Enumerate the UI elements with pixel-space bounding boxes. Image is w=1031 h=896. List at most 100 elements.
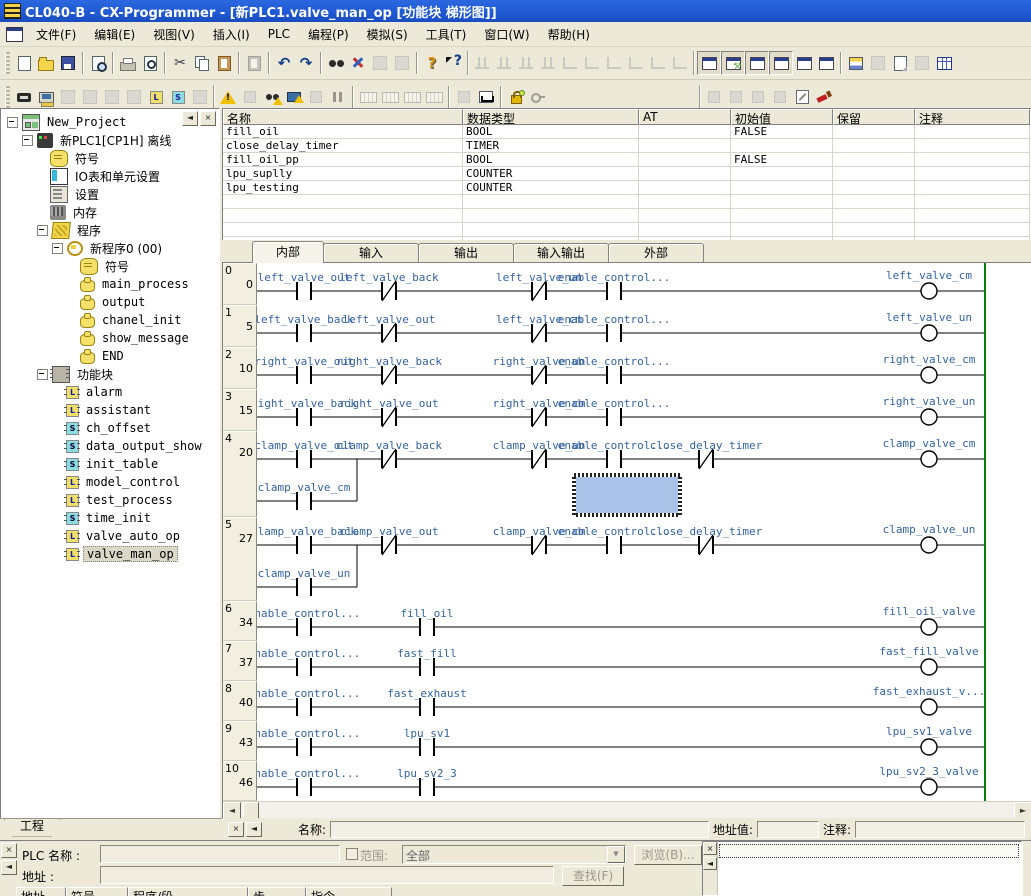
tree-item--[interactable]: 符号 [1, 257, 219, 275]
contact-fast_exhaust[interactable]: fast_exhaust [387, 687, 466, 716]
table-cell[interactable] [915, 139, 1030, 153]
table-cell[interactable] [833, 223, 915, 237]
fb-instance-icon[interactable] [189, 86, 211, 108]
pause-monitor-icon[interactable] [305, 86, 327, 108]
compile-program-icon[interactable] [217, 86, 239, 108]
contact-enable_control...[interactable]: enable_control... [257, 607, 360, 636]
table-cell[interactable] [223, 195, 463, 209]
rung-canvas[interactable]: clamp_valve_outclamp_valve_backclamp_val… [257, 431, 1031, 517]
table-cell[interactable] [639, 223, 731, 237]
compile-plc-icon[interactable] [239, 86, 261, 108]
contact-right_valve_back[interactable]: right_valve_back [336, 355, 442, 385]
help-icon[interactable] [421, 52, 443, 74]
coil-lpu_sv2_3_valve[interactable]: lpu_sv2_3_valve [879, 765, 978, 795]
io-comment-view-icon[interactable] [867, 52, 889, 74]
memory-grid-view-icon[interactable] [933, 52, 955, 74]
transfer-warning-icon[interactable] [283, 86, 305, 108]
tab-内部[interactable]: 内部 [252, 241, 324, 263]
rung-canvas[interactable]: enable_control... fast_exhaust fast_exhaus… [257, 681, 1031, 721]
coil-fast_exhaust_v...[interactable]: fast_exhaust_v... [873, 685, 986, 715]
table-cell[interactable]: lpu_suplly [223, 167, 463, 181]
table-cell[interactable]: fill_oil_pp [223, 153, 463, 167]
table-cell[interactable] [915, 223, 1030, 237]
new-ladder-fb-icon[interactable] [145, 86, 167, 108]
table-cell[interactable] [833, 167, 915, 181]
coil-right_valve_un[interactable]: right_valve_un [883, 395, 976, 425]
section-view-icon[interactable] [889, 52, 911, 74]
table-cell[interactable]: COUNTER [463, 167, 639, 181]
ladder-rung-3[interactable]: 315right_valve_backright_valve_outright_… [223, 389, 1031, 431]
table-cell[interactable] [731, 209, 833, 223]
ladder-rung-0[interactable]: 00left_valve_outleft_valve_backleft_valv… [223, 263, 1031, 305]
ladder-rung-6[interactable]: 634enable_control...fill_oilfill_oil_val… [223, 601, 1031, 641]
show-comment-icon[interactable] [725, 86, 747, 108]
table-cell[interactable] [833, 125, 915, 139]
toolbar-grip[interactable] [5, 52, 10, 74]
table-cell[interactable] [639, 153, 731, 167]
tree-item--0-00-[interactable]: 新程序0 (00) [1, 239, 219, 257]
contact-enable_control...[interactable]: enable_control... [257, 687, 360, 716]
scope-checkbox[interactable] [346, 848, 358, 860]
contact-left_valve_back[interactable]: left_valve_back [257, 313, 354, 342]
expand-minus-icon[interactable] [52, 243, 63, 254]
contact-left_valve_out[interactable]: left_valve_out [258, 271, 351, 300]
ladder-rung-4[interactable]: 420clamp_valve_outclamp_valve_backclamp_… [223, 431, 1031, 517]
toggle-project-window-icon[interactable] [697, 51, 721, 75]
table-cell[interactable] [639, 139, 731, 153]
coil-clamp_valve_cm[interactable]: clamp_valve_cm [883, 437, 976, 467]
contact-close_delay_timer[interactable]: close_delay_timer [650, 525, 763, 555]
find-in-project-icon[interactable] [87, 52, 109, 74]
work-online-simulator-icon[interactable] [35, 86, 57, 108]
save-icon[interactable] [57, 52, 79, 74]
new-closed-contact-icon[interactable] [493, 52, 515, 74]
ladder-rung-8[interactable]: 840enable_control...fast_exhaustfast_exh… [223, 681, 1031, 721]
tab-外部[interactable]: 外部 [608, 243, 704, 262]
tree-item--[interactable]: 程序 [1, 221, 219, 239]
contact-clamp_valve_out[interactable]: clamp_valve_out [339, 525, 438, 555]
properties-window-icon[interactable] [815, 52, 837, 74]
contact-enable_control...[interactable]: enable_control... [558, 313, 671, 342]
panel-pin-button[interactable]: ◄ [182, 111, 198, 126]
ladder-rung-10[interactable]: 1046enable_control...lpu_sv2_3lpu_sv2_3_… [223, 761, 1031, 801]
menu-item[interactable]: 模拟(S) [358, 23, 417, 46]
new-contact-icon[interactable] [471, 52, 493, 74]
table-cell[interactable] [833, 195, 915, 209]
table-cell[interactable] [915, 181, 1030, 195]
tree-item-output[interactable]: output [1, 293, 219, 311]
tree-item-show_message[interactable]: show_message [1, 329, 219, 347]
contact-enable_control...[interactable]: enable_control... [257, 767, 360, 796]
rung-canvas[interactable]: right_valve_backright_valve_outright_val… [257, 389, 1031, 431]
table-cell[interactable] [833, 153, 915, 167]
tree-item-test_process[interactable]: test_process [1, 491, 219, 509]
table-cell[interactable]: close_delay_timer [223, 139, 463, 153]
table-cell[interactable] [731, 223, 833, 237]
find-panel-collapse-button[interactable]: ◄ [1, 860, 17, 875]
program-download-icon[interactable] [357, 86, 379, 108]
rung-margin[interactable]: 943 [223, 721, 257, 761]
toggle-cross-reference-icon[interactable] [769, 51, 793, 75]
coil-fast_fill_valve[interactable]: fast_fill_valve [879, 645, 978, 675]
watch-collapse-button[interactable]: ◄ [703, 857, 717, 870]
contact-enable_control...[interactable]: enable_control... [257, 647, 360, 676]
coil-right_valve_cm[interactable]: right_valve_cm [883, 353, 976, 383]
ladder-rung-1[interactable]: 15left_valve_backleft_valve_outleft_valv… [223, 305, 1031, 347]
release-password-icon[interactable] [527, 86, 549, 108]
table-cell[interactable] [463, 209, 639, 223]
table-cell[interactable] [223, 209, 463, 223]
table-cell[interactable]: TIMER [463, 139, 639, 153]
rung-margin[interactable]: 1046 [223, 761, 257, 801]
symbol-table-view-icon[interactable] [845, 52, 867, 74]
table-cell[interactable]: FALSE [731, 153, 833, 167]
toggle-watch-window-icon[interactable] [745, 51, 769, 75]
table-cell[interactable]: FALSE [731, 125, 833, 139]
table-cell[interactable] [915, 209, 1030, 223]
tab-输入输出[interactable]: 输入输出 [513, 243, 609, 262]
mdi-child-icon[interactable] [6, 27, 23, 42]
watch-empty-row[interactable] [719, 844, 1019, 858]
selection-cursor[interactable] [574, 475, 680, 515]
contact-left_valve_back[interactable]: left_valve_back [339, 271, 439, 301]
copy-icon[interactable] [191, 52, 213, 74]
show-alias-icon[interactable] [747, 86, 769, 108]
table-cell[interactable] [463, 223, 639, 237]
strip-close-button[interactable]: × [228, 822, 244, 837]
